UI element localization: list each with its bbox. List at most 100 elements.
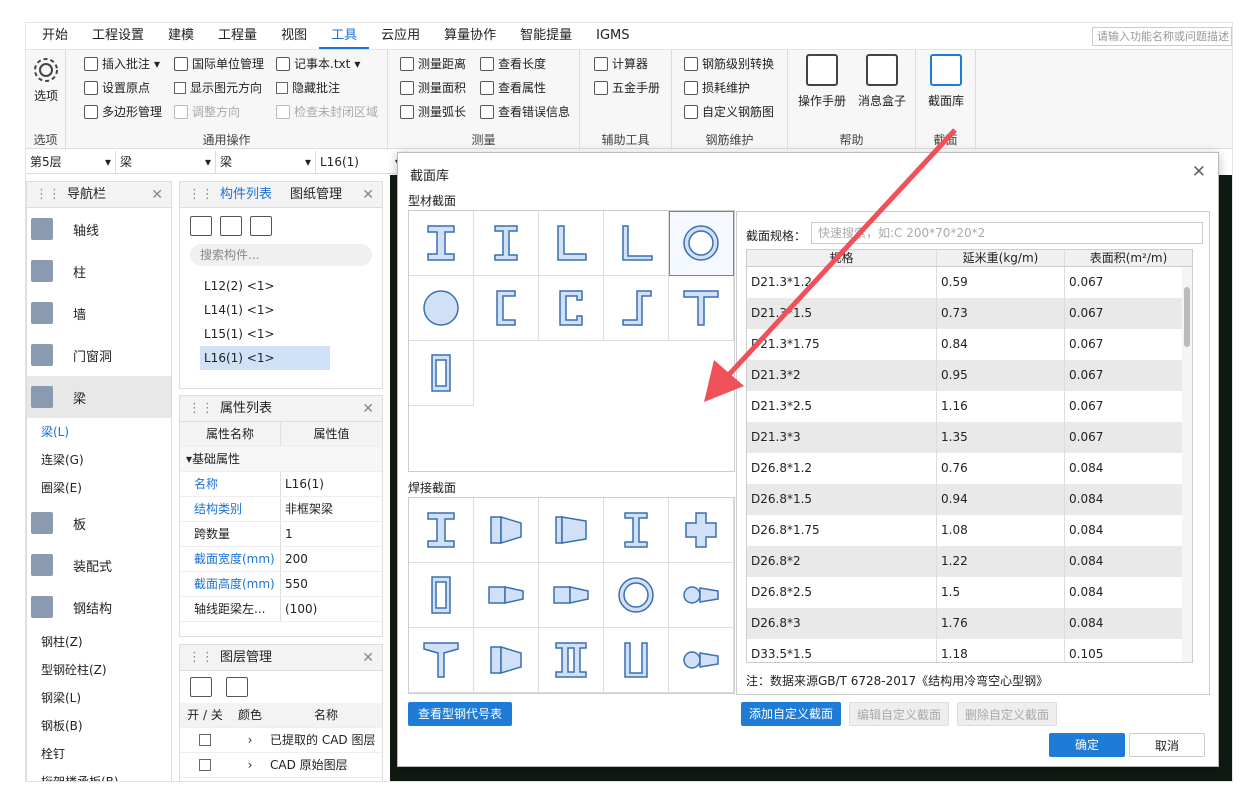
table-row[interactable]: D26.8*3 1.76 0.084 (747, 608, 1192, 639)
section-shape-cell[interactable] (474, 276, 539, 341)
nav-item[interactable]: 装配式 (27, 544, 171, 586)
menu-item[interactable]: 工具 (319, 23, 370, 49)
section-shape-cell[interactable] (409, 563, 474, 628)
section-shape-cell[interactable] (604, 563, 669, 628)
section-shape-cell[interactable] (409, 276, 474, 341)
section-shape-cell[interactable] (474, 211, 539, 276)
table-row[interactable]: D26.8*1.75 1.08 0.084 (747, 515, 1192, 546)
nav-sub-item[interactable]: 钢梁(L) (27, 684, 171, 712)
layer-tool-icon[interactable] (190, 677, 212, 697)
nav-sub-item[interactable]: 钢柱(Z) (27, 628, 171, 656)
nav-item[interactable]: 板 (27, 502, 171, 544)
add-custom-section-button[interactable]: 添加自定义截面 (741, 702, 841, 726)
nav-sub-item[interactable]: 钢板(B) (27, 712, 171, 740)
component-list-item[interactable]: L12(2) <1> (180, 274, 382, 298)
section-shape-cell[interactable] (409, 211, 474, 276)
nav-item[interactable]: 门窗洞 (27, 334, 171, 376)
property-row[interactable]: 截面高度(mm) 550 (180, 572, 382, 597)
table-row[interactable]: D21.3*1.5 0.73 0.067 (747, 298, 1192, 329)
notepad-button[interactable]: 记事本.txt ▾ (276, 55, 360, 72)
component-search-input[interactable]: 搜索构件... (190, 244, 372, 266)
menu-item[interactable]: 工程量 (206, 23, 269, 49)
message-box-button[interactable]: 消息盒子 (854, 54, 910, 109)
intl-unit-button[interactable]: 国际单位管理 (174, 55, 264, 72)
section-shape-cell[interactable] (669, 276, 734, 341)
nav-sub-item[interactable]: 圈梁(E) (27, 474, 171, 502)
section-shape-cell[interactable] (409, 498, 474, 563)
section-shape-cell[interactable] (604, 211, 669, 276)
close-icon[interactable]: ✕ (362, 645, 382, 671)
section-shape-cell[interactable] (669, 211, 734, 276)
close-icon[interactable]: ✕ (362, 396, 382, 422)
table-row[interactable]: D26.8*2.5 1.5 0.084 (747, 577, 1192, 608)
menu-item[interactable]: IGMS (584, 23, 641, 49)
edit-custom-section-button[interactable]: 编辑自定义截面 (849, 702, 949, 726)
hardware-manual-button[interactable]: 五金手册 (594, 79, 660, 96)
options-button[interactable]: 选项 (30, 56, 62, 104)
view-property-button[interactable]: 查看属性 (480, 79, 546, 96)
expand-icon[interactable]: › (230, 753, 270, 777)
section-shape-cell[interactable] (669, 563, 734, 628)
manual-button[interactable]: 操作手册 (794, 54, 850, 109)
nav-sub-item[interactable]: 桁架楼承板(B) (27, 768, 171, 781)
view-steel-codes-button[interactable]: 查看型钢代号表 (408, 702, 512, 726)
section-shape-cell[interactable] (539, 276, 604, 341)
new-component-icon[interactable] (190, 216, 212, 236)
menu-item[interactable]: 智能提量 (508, 23, 584, 49)
tab-drawing-manage[interactable]: 图纸管理 (290, 187, 342, 202)
measure-distance-button[interactable]: 测量距离 (400, 55, 466, 72)
property-row[interactable]: 截面宽度(mm) 200 (180, 547, 382, 572)
close-icon[interactable]: ✕ (362, 182, 382, 208)
section-shape-cell[interactable] (409, 628, 474, 693)
checkbox-icon[interactable] (199, 759, 211, 771)
nav-sub-item[interactable]: 型钢砼柱(Z) (27, 656, 171, 684)
table-row[interactable]: D21.3*2 0.95 0.067 (747, 360, 1192, 391)
nav-item[interactable]: 墙 (27, 292, 171, 334)
menu-item[interactable]: 工程设置 (80, 23, 156, 49)
table-scrollbar[interactable] (1182, 267, 1192, 662)
table-row[interactable]: D26.8*1.5 0.94 0.084 (747, 484, 1192, 515)
loss-maintain-button[interactable]: 损耗维护 (684, 79, 750, 96)
section-shape-cell[interactable] (669, 628, 734, 693)
close-icon[interactable]: ✕ (1192, 162, 1206, 182)
copy-icon[interactable] (220, 216, 242, 236)
table-row[interactable]: D21.3*3 1.35 0.067 (747, 422, 1192, 453)
property-row[interactable]: 名称 L16(1) (180, 472, 382, 497)
section-library-button[interactable]: 截面库 (920, 54, 972, 109)
function-search-input[interactable]: 请输入功能名称或问题描述 (1092, 27, 1232, 46)
component-select[interactable]: L16(1)▾ (316, 150, 406, 173)
section-shape-cell[interactable] (539, 498, 604, 563)
menu-item[interactable]: 视图 (269, 23, 319, 49)
floor-select[interactable]: 第5层 ▾ (26, 150, 116, 173)
section-shape-cell[interactable] (669, 498, 734, 563)
component-list-item[interactable]: L14(1) <1> (180, 298, 382, 322)
section-shape-cell[interactable] (604, 498, 669, 563)
component-list-item[interactable]: L16(1) <1> (200, 346, 330, 370)
table-row[interactable]: D26.8*1.2 0.76 0.084 (747, 453, 1192, 484)
nav-sub-item[interactable]: 栓钉 (27, 740, 171, 768)
type-select[interactable]: 梁 ▾ (216, 150, 316, 173)
property-row[interactable]: 跨数量 1 (180, 522, 382, 547)
section-shape-cell[interactable] (409, 341, 474, 406)
polygon-manage-button[interactable]: 多边形管理 (84, 103, 162, 120)
ok-button[interactable]: 确定 (1049, 733, 1125, 757)
custom-rebar-button[interactable]: 自定义钢筋图 (684, 103, 774, 120)
delete-icon[interactable] (250, 216, 272, 236)
section-shape-cell[interactable] (539, 563, 604, 628)
table-row[interactable]: D33.5*1.5 1.18 0.105 (747, 639, 1192, 662)
calculator-button[interactable]: 计算器 (594, 55, 648, 72)
rebar-grade-convert-button[interactable]: 钢筋级别转换 (684, 55, 774, 72)
checkbox-icon[interactable] (199, 734, 211, 746)
section-shape-cell[interactable] (539, 211, 604, 276)
delete-custom-section-button[interactable]: 删除自定义截面 (957, 702, 1057, 726)
section-shape-cell[interactable] (474, 563, 539, 628)
section-shape-cell[interactable] (474, 498, 539, 563)
close-icon[interactable]: ✕ (151, 182, 171, 208)
adjust-direction-button[interactable]: 调整方向 (174, 103, 240, 120)
layer-tool-icon[interactable] (226, 677, 248, 697)
property-group-row[interactable]: ▾ 基础属性 (180, 447, 382, 472)
table-row[interactable]: D21.3*1.75 0.84 0.067 (747, 329, 1192, 360)
check-unclosed-button[interactable]: 检查未封闭区域 (276, 103, 378, 120)
show-direction-checkbox[interactable]: 显示图元方向 (174, 79, 262, 96)
hide-comment-checkbox[interactable]: 隐藏批注 (276, 79, 340, 96)
